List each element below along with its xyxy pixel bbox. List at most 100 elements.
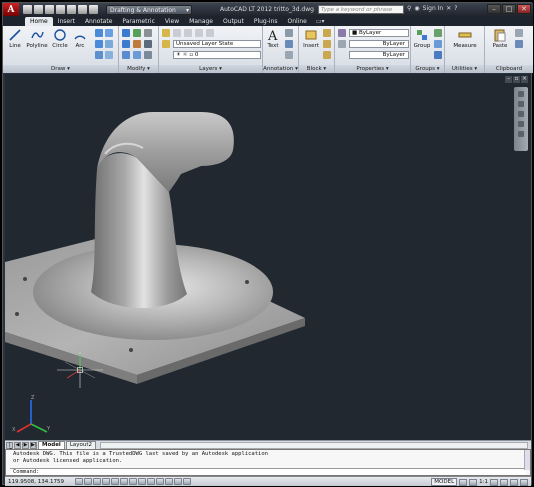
search-input[interactable]: Type a keyword or phrase (318, 5, 404, 14)
polyline-button[interactable]: Polyline (25, 28, 49, 49)
qp-toggle[interactable] (174, 478, 182, 485)
text-button[interactable]: A Text (264, 28, 282, 49)
next-layout-icon[interactable]: ▶ (22, 441, 29, 449)
lineweight-dropdown[interactable]: ByLayer (349, 51, 409, 59)
panel-title-annotation[interactable]: Annotation ▾ (263, 65, 298, 73)
annotation-visibility-icon[interactable] (490, 478, 498, 486)
panel-title-block[interactable]: Block ▾ (299, 65, 334, 73)
ungroup-icon[interactable] (434, 29, 442, 37)
minimize-button[interactable]: – (487, 4, 501, 14)
search-icon[interactable]: ⚲ (407, 5, 411, 12)
tab-manage[interactable]: Manage (184, 17, 218, 26)
first-layout-icon[interactable]: |◀ (6, 441, 13, 452)
tab-annotate[interactable]: Annotate (80, 17, 117, 26)
layer-state-dropdown[interactable]: Unsaved Layer State (173, 40, 261, 48)
layer-isolate-icon[interactable] (184, 29, 192, 37)
line-button[interactable]: Line (5, 28, 25, 49)
copy-clip-icon[interactable] (515, 40, 523, 48)
rectangle-icon[interactable] (95, 29, 103, 37)
list-icon[interactable] (338, 40, 346, 48)
create-block-icon[interactable] (323, 29, 331, 37)
plot-icon[interactable] (89, 5, 98, 14)
saveas-icon[interactable] (56, 5, 65, 14)
layer-off-icon[interactable] (173, 29, 181, 37)
redo-icon[interactable] (78, 5, 87, 14)
trim-icon[interactable] (144, 29, 152, 37)
otrack-toggle[interactable] (129, 478, 137, 485)
circle-button[interactable]: Circle (50, 28, 70, 49)
scale-icon[interactable] (133, 51, 141, 59)
tab-plugins[interactable]: Plug-ins (249, 17, 283, 26)
gradient-icon[interactable] (105, 40, 113, 48)
group-button[interactable]: Group (412, 28, 432, 49)
model-space-button[interactable]: MODEL (431, 478, 458, 486)
dyn-toggle[interactable] (147, 478, 155, 485)
fillet-icon[interactable] (144, 40, 152, 48)
sign-in-link[interactable]: Sign In (423, 5, 444, 12)
paste-button[interactable]: Paste (489, 28, 511, 49)
last-layout-icon[interactable]: ▶| (30, 441, 37, 449)
arc-button[interactable]: Arc (70, 28, 90, 49)
tab-online[interactable]: Online (283, 17, 312, 26)
match-properties-icon[interactable] (338, 29, 346, 37)
command-scrollbar[interactable] (524, 450, 530, 470)
panel-title-draw[interactable]: Draw ▾ (3, 65, 118, 73)
open-icon[interactable] (34, 5, 43, 14)
drawing-viewport[interactable]: – ▫ × Z X Y (5, 74, 531, 440)
layer-dropdown[interactable]: ☀ ☼ ▫ 0 (173, 51, 261, 59)
tab-parametric[interactable]: Parametric (117, 17, 160, 26)
new-icon[interactable] (23, 5, 32, 14)
panel-title-properties[interactable]: Properties ▾ (335, 65, 410, 73)
panel-title-modify[interactable]: Modify ▾ (119, 65, 158, 73)
copy-icon[interactable] (122, 40, 130, 48)
lock-icon[interactable] (510, 478, 518, 486)
workspace-switching-icon[interactable] (500, 478, 508, 486)
rotate-icon[interactable] (133, 29, 141, 37)
move-icon[interactable] (122, 29, 130, 37)
layer-state-icon[interactable] (162, 40, 170, 48)
clean-screen-icon[interactable] (520, 478, 528, 486)
table-icon[interactable] (285, 51, 293, 59)
panel-title-groups[interactable]: Groups ▾ (411, 65, 444, 73)
user-icon[interactable]: ◉ (414, 5, 419, 12)
panel-title-clipboard[interactable]: Clipboard (485, 65, 533, 73)
ellipse-icon[interactable] (95, 40, 103, 48)
close-button[interactable]: ✕ (517, 4, 531, 14)
group-edit-icon[interactable] (434, 40, 442, 48)
osnap-toggle[interactable] (120, 478, 128, 485)
prev-layout-icon[interactable]: ◀ (14, 441, 21, 449)
lwt-toggle[interactable] (156, 478, 164, 485)
layer-properties-icon[interactable] (162, 29, 170, 37)
layer-freeze-icon[interactable] (195, 29, 203, 37)
infer-constraints-toggle[interactable] (75, 478, 83, 485)
grid-toggle[interactable] (93, 478, 101, 485)
save-icon[interactable] (45, 5, 54, 14)
boundary-icon[interactable] (105, 51, 113, 59)
help-icon[interactable]: ? (454, 5, 457, 12)
quick-view-layouts-icon[interactable] (459, 478, 468, 486)
edit-attributes-icon[interactable] (323, 51, 331, 59)
annotation-scale[interactable]: 1:1 (479, 479, 488, 485)
mirror-icon[interactable] (133, 40, 141, 48)
undo-icon[interactable] (67, 5, 76, 14)
cut-icon[interactable] (515, 29, 523, 37)
quick-view-drawings-icon[interactable] (469, 478, 478, 486)
application-menu-button[interactable]: A (3, 3, 19, 16)
snap-toggle[interactable] (84, 478, 92, 485)
tab-output[interactable]: Output (218, 17, 249, 26)
maximize-button[interactable]: □ (502, 4, 516, 14)
sc-toggle[interactable] (183, 478, 191, 485)
panel-title-layers[interactable]: Layers ▾ (159, 65, 262, 73)
linetype-dropdown[interactable]: ByLayer (349, 40, 409, 48)
tpy-toggle[interactable] (165, 478, 173, 485)
polar-toggle[interactable] (111, 478, 119, 485)
layer-lock-icon[interactable] (206, 29, 214, 37)
ortho-toggle[interactable] (102, 478, 110, 485)
panel-title-utilities[interactable]: Utilities ▾ (445, 65, 484, 73)
command-input[interactable]: Command: (10, 468, 526, 475)
workspace-dropdown[interactable]: Drafting & Annotation ▾ (106, 4, 192, 15)
edit-block-icon[interactable] (323, 40, 331, 48)
color-dropdown[interactable]: ■ ByLayer (349, 29, 409, 37)
stretch-icon[interactable] (122, 51, 130, 59)
exchange-icon[interactable]: ✕ (446, 5, 451, 12)
